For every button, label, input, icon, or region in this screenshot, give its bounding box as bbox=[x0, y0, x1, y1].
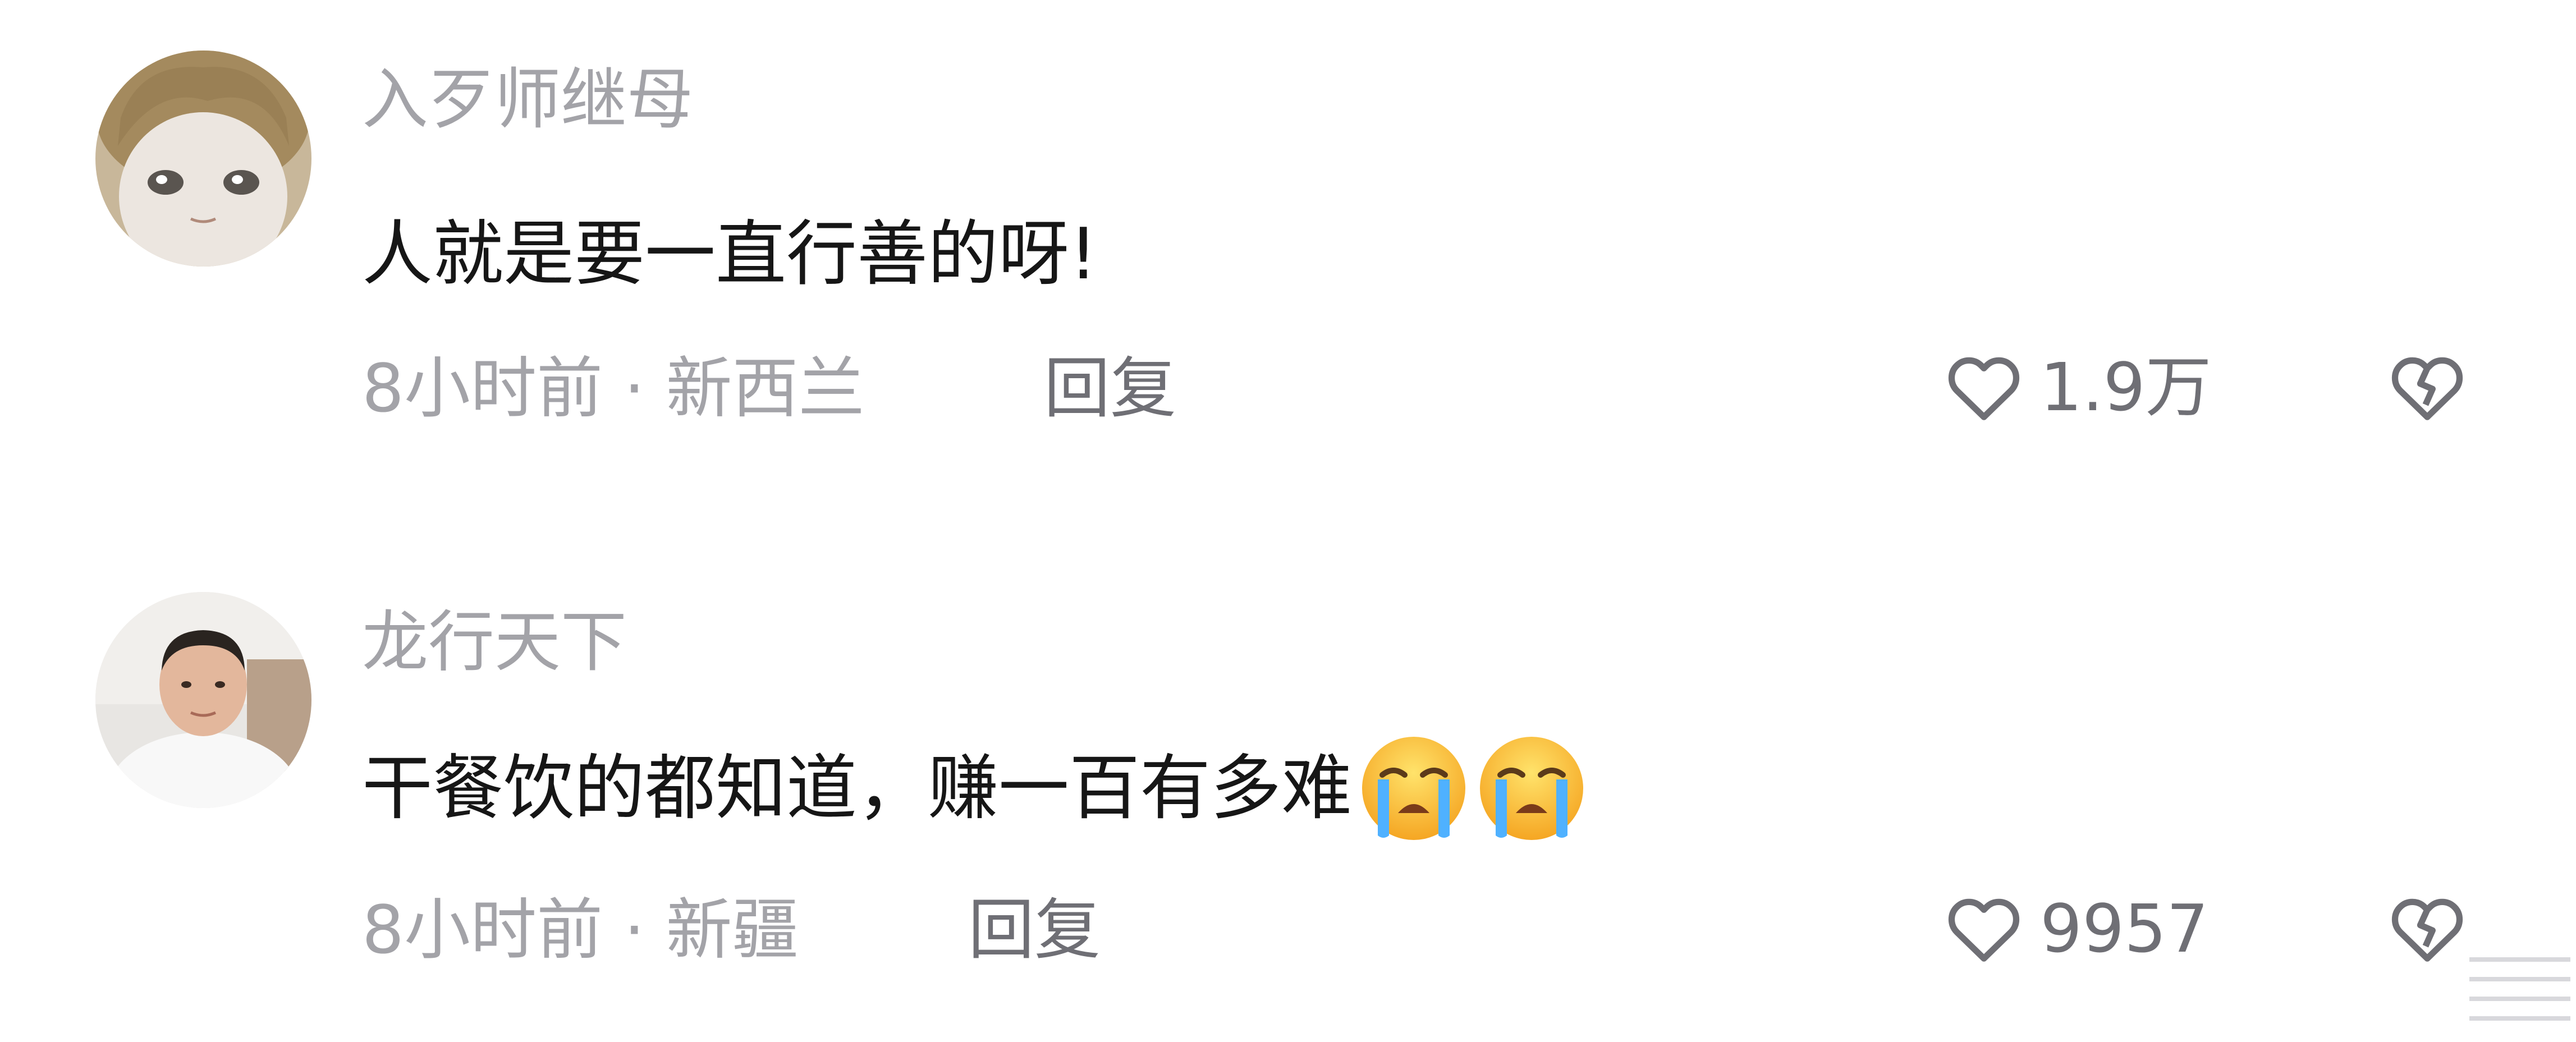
reply-button[interactable]: 回复 bbox=[1044, 355, 1176, 421]
comment-text-content: 人就是要一直行善的呀! bbox=[362, 213, 1098, 295]
watermark-icon bbox=[2469, 957, 2570, 1021]
avatar[interactable] bbox=[95, 592, 311, 808]
broken-heart-outline-icon[interactable] bbox=[2382, 345, 2472, 429]
like-button[interactable]: 1.9万 bbox=[1939, 342, 2212, 432]
comment-text: 干餐饮的都知道，赚一百有多难 bbox=[362, 732, 1588, 844]
comment-text: 人就是要一直行善的呀! bbox=[362, 219, 1098, 290]
comment-meta: 8小时前 · 新西兰 bbox=[362, 355, 865, 421]
meta-separator: · bbox=[624, 891, 645, 968]
comment-text-content: 干餐饮的都知道，赚一百有多难 bbox=[362, 747, 1352, 829]
like-count: 1.9万 bbox=[2040, 348, 2212, 426]
heart-outline-icon bbox=[1948, 898, 2020, 962]
username[interactable]: 龙行天下 bbox=[362, 609, 627, 675]
comment-location: 新疆 bbox=[666, 891, 799, 968]
broken-heart-outline-icon[interactable] bbox=[2382, 887, 2472, 971]
username[interactable]: 入歹师继母 bbox=[362, 66, 693, 132]
avatar[interactable] bbox=[95, 51, 311, 267]
like-count: 9957 bbox=[2040, 890, 2209, 967]
comment-time: 8小时前 bbox=[362, 350, 603, 427]
comment-location: 新西兰 bbox=[666, 350, 865, 427]
comment-item: 龙行天下 干餐饮的都知道，赚一百有多难 8小时前 · 新疆 回复 9957 bbox=[0, 539, 2576, 1021]
comment-item: 入歹师继母 人就是要一直行善的呀! 8小时前 · 新西兰 回复 1.9万 bbox=[0, 0, 2576, 483]
like-button[interactable]: 9957 bbox=[1939, 884, 2208, 974]
reply-button[interactable]: 回复 bbox=[968, 897, 1101, 963]
loudly-crying-face-icon bbox=[1362, 737, 1465, 840]
comment-time: 8小时前 bbox=[362, 891, 603, 968]
meta-separator: · bbox=[624, 350, 645, 427]
loudly-crying-face-icon bbox=[1480, 737, 1583, 840]
heart-outline-icon bbox=[1948, 357, 2020, 420]
comment-meta: 8小时前 · 新疆 bbox=[362, 897, 799, 963]
